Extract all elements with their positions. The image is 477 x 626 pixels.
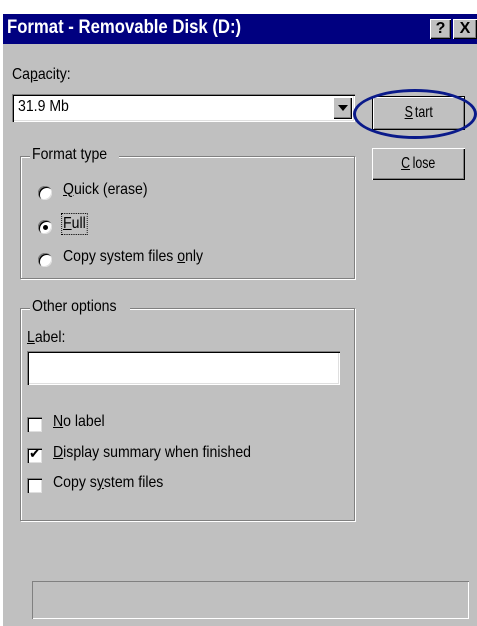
copy-system-files-checkbox[interactable] (27, 478, 42, 493)
other-options-title: Other options (30, 298, 131, 316)
radio-copy-system-only[interactable] (38, 253, 52, 267)
no-label-checkbox[interactable] (27, 417, 42, 432)
radio-full[interactable] (38, 220, 52, 234)
format-type-group: Format type Quick (erase) Full Copy syst… (20, 146, 355, 279)
copy-system-files-text[interactable]: Copy system files (53, 474, 163, 492)
radio-quick-label[interactable]: Quick (erase) (63, 181, 148, 199)
radio-full-label[interactable]: Full (61, 213, 88, 235)
display-summary-text[interactable]: Display summary when finished (53, 444, 251, 462)
label-caption: Label: (27, 329, 66, 346)
format-type-title: Format type (30, 146, 120, 164)
capacity-label: Capacity: (12, 66, 71, 83)
label-input[interactable] (27, 351, 340, 385)
capacity-value: 31.9 Mb (18, 98, 69, 115)
close-button[interactable]: Close (372, 148, 465, 180)
progress-bar (32, 581, 469, 619)
highlight-circle (353, 89, 477, 139)
chevron-down-icon[interactable] (333, 97, 352, 119)
radio-copy-system-only-label[interactable]: Copy system files only (63, 248, 203, 266)
title-bar[interactable]: Format - Removable Disk (D:) ? X (3, 14, 477, 44)
close-icon[interactable]: X (453, 19, 477, 39)
format-dialog: Format - Removable Disk (D:) ? X Capacit… (3, 14, 477, 626)
no-label-text[interactable]: No label (53, 413, 105, 431)
capacity-dropdown[interactable]: 31.9 Mb (12, 94, 355, 122)
window-title: Format - Removable Disk (D:) (7, 17, 242, 38)
help-button[interactable]: ? (430, 19, 451, 39)
display-summary-checkbox[interactable] (27, 445, 42, 463)
radio-quick[interactable] (38, 186, 52, 200)
